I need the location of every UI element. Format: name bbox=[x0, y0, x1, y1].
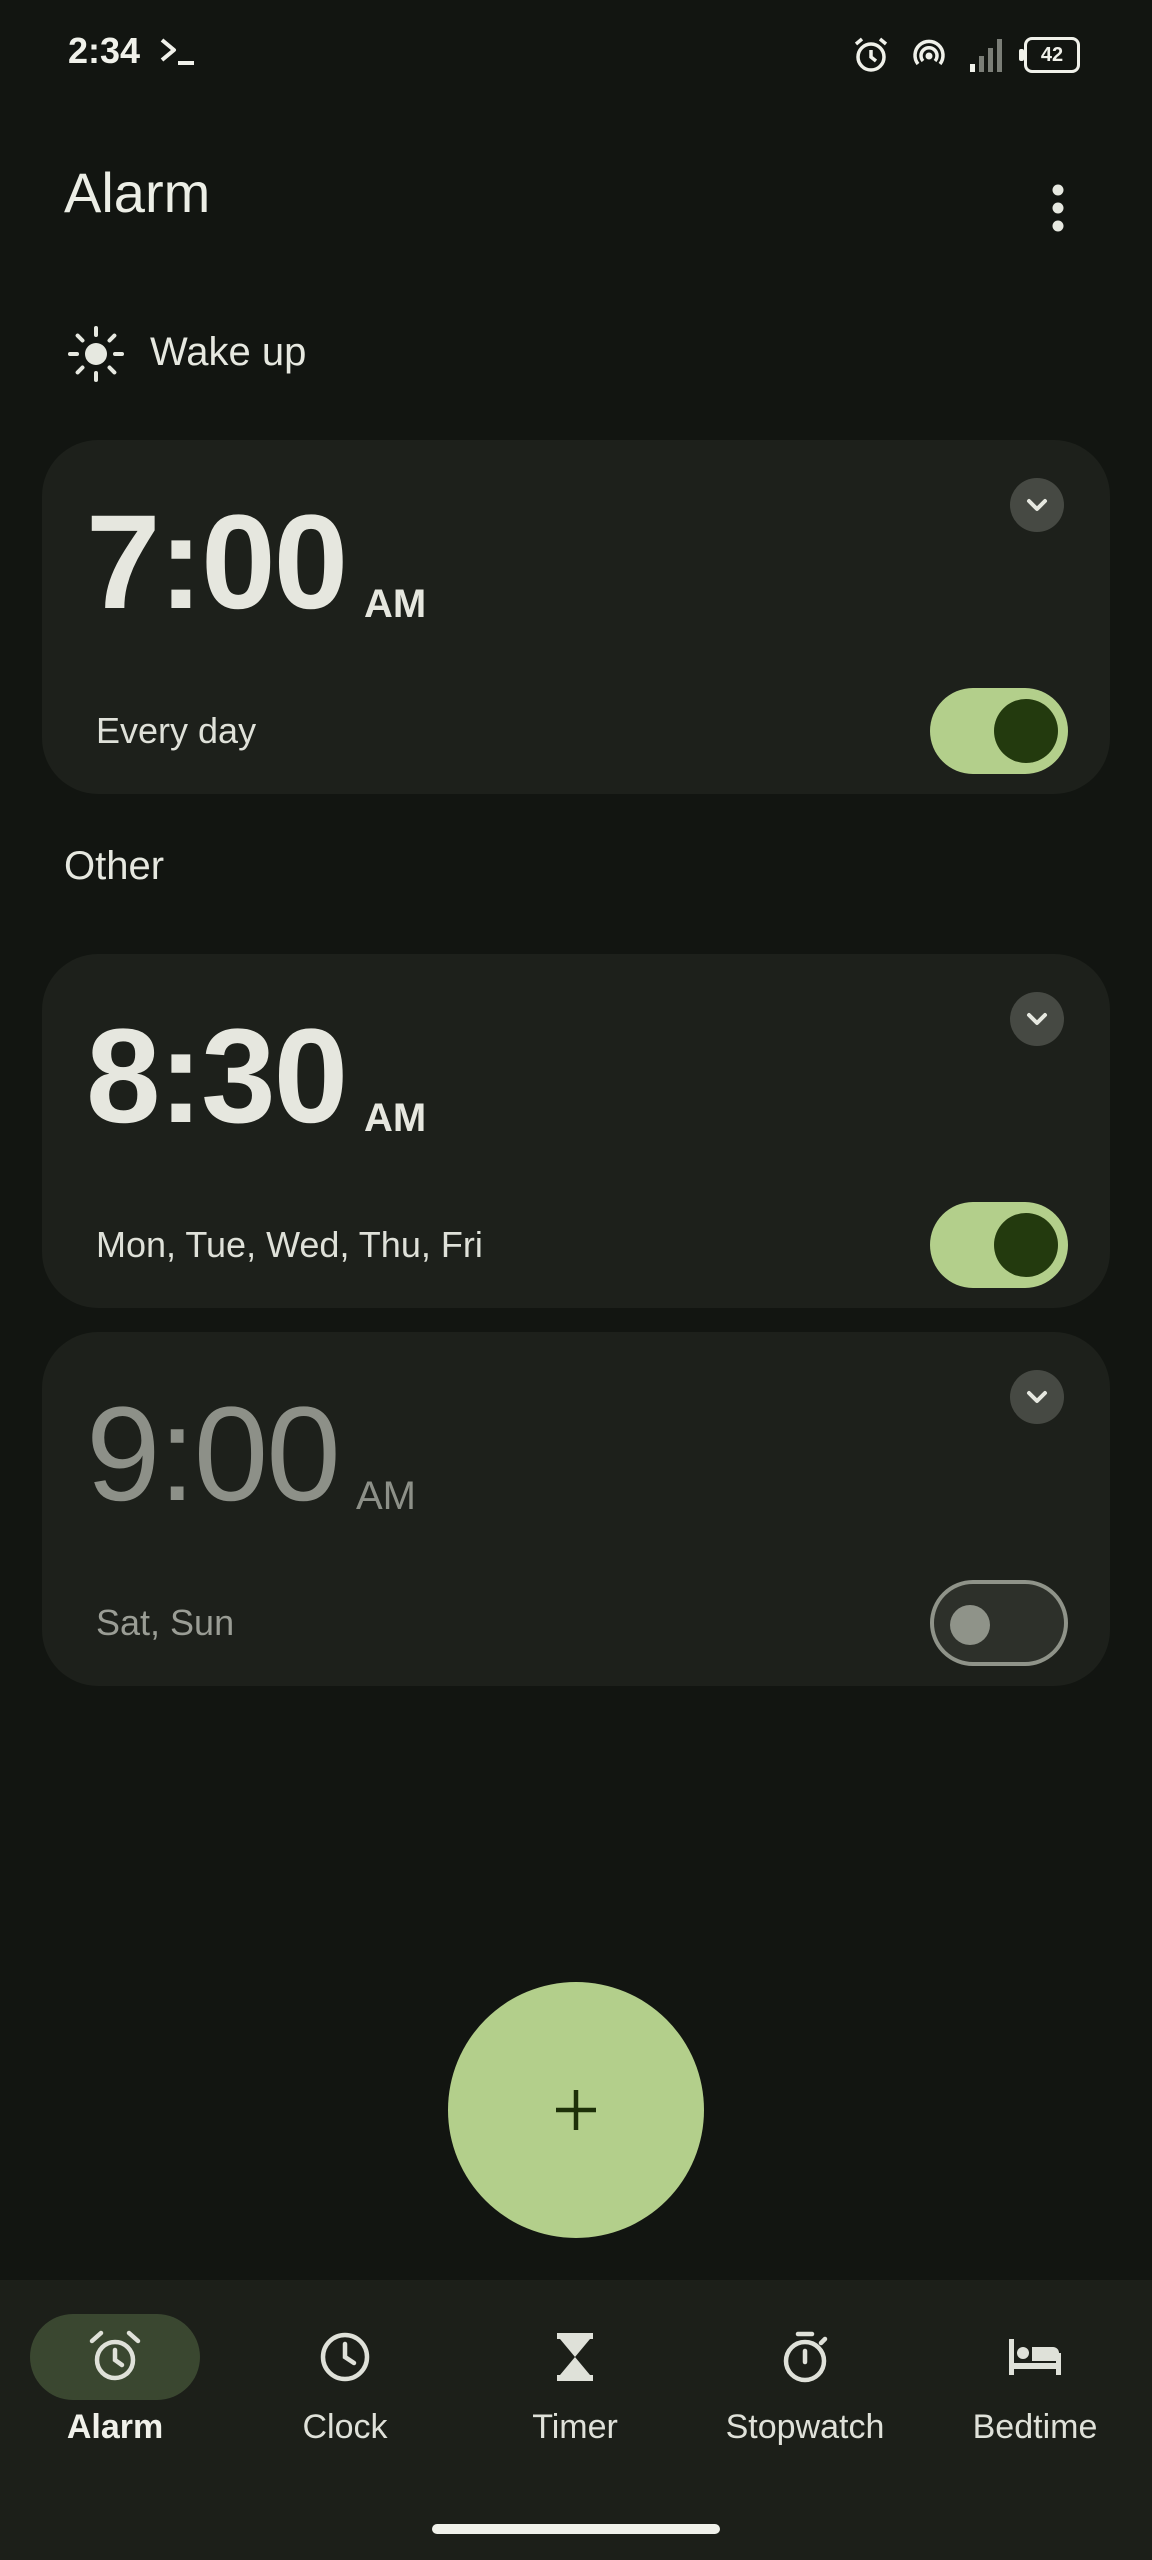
alarm-days: Every day bbox=[96, 710, 257, 751]
terminal-icon bbox=[160, 38, 194, 65]
nav-stopwatch[interactable]: Stopwatch bbox=[690, 2280, 920, 2480]
expand-button[interactable] bbox=[1010, 478, 1064, 532]
expand-button[interactable] bbox=[1010, 1370, 1064, 1424]
nav-clock-indicator bbox=[260, 2314, 430, 2400]
stopwatch-icon bbox=[783, 2331, 828, 2383]
chevron-down-icon bbox=[1027, 1013, 1047, 1025]
alarm-days: Mon, Tue, Wed, Thu, Fri bbox=[96, 1224, 483, 1265]
section-other: Other bbox=[64, 844, 165, 888]
alarm-days: Sat, Sun bbox=[96, 1602, 235, 1643]
alarm-toggle[interactable] bbox=[930, 688, 1068, 774]
signal-icon bbox=[970, 39, 1002, 72]
clock-icon bbox=[320, 2332, 370, 2382]
status-bar: 2:34 42 bbox=[0, 0, 1152, 110]
nav-alarm[interactable]: Alarm bbox=[0, 2280, 230, 2480]
app-bar: Alarm bbox=[0, 140, 1152, 250]
alarm-ampm: AM bbox=[356, 1474, 416, 1518]
nav-stopwatch-label: Stopwatch bbox=[725, 2408, 885, 2446]
bed-icon bbox=[1009, 2339, 1061, 2375]
toggle-knob bbox=[994, 699, 1058, 763]
status-time: 2:34 bbox=[68, 30, 141, 71]
hotspot-icon bbox=[913, 39, 945, 66]
nav-timer-indicator bbox=[490, 2314, 660, 2400]
alarm-status-icon bbox=[854, 37, 888, 72]
section-wake-up: Wake up bbox=[150, 330, 307, 374]
alarm-icon bbox=[89, 2330, 141, 2381]
alarm-card[interactable]: 7:00 AM Every day bbox=[42, 440, 1110, 794]
toggle-knob bbox=[950, 1605, 990, 1645]
nav-bedtime[interactable]: Bedtime bbox=[920, 2280, 1150, 2480]
chevron-down-icon bbox=[1027, 499, 1047, 511]
bottom-navigation: Alarm Clock Timer Stopwatch Bedtime bbox=[0, 2280, 1152, 2560]
alarm-time[interactable]: 7:00 bbox=[86, 496, 348, 630]
add-alarm-button[interactable] bbox=[448, 1982, 704, 2238]
battery-level: 42 bbox=[1040, 43, 1064, 66]
page-title: Alarm bbox=[64, 161, 211, 224]
nav-stopwatch-indicator bbox=[720, 2314, 890, 2400]
expand-button[interactable] bbox=[1010, 992, 1064, 1046]
plus-icon bbox=[556, 2090, 596, 2130]
alarm-card[interactable]: 8:30 AM Mon, Tue, Wed, Thu, Fri bbox=[42, 954, 1110, 1308]
more-vert-icon bbox=[1052, 184, 1064, 232]
alarm-card[interactable]: 9:00 AM Sat, Sun bbox=[42, 1332, 1110, 1686]
alarm-toggle[interactable] bbox=[930, 1202, 1068, 1288]
battery-icon: 42 bbox=[1019, 37, 1080, 73]
alarm-toggle[interactable] bbox=[930, 1580, 1068, 1666]
more-options-button[interactable] bbox=[1008, 158, 1108, 258]
alarm-ampm: AM bbox=[364, 582, 427, 626]
nav-alarm-indicator bbox=[30, 2314, 200, 2400]
sun-icon bbox=[68, 326, 124, 382]
nav-bedtime-label: Bedtime bbox=[972, 2408, 1098, 2446]
nav-clock-label: Clock bbox=[302, 2408, 388, 2446]
chevron-down-icon bbox=[1027, 1391, 1047, 1403]
toggle-knob bbox=[994, 1213, 1058, 1277]
nav-timer[interactable]: Timer bbox=[460, 2280, 690, 2480]
alarm-time[interactable]: 9:00 bbox=[86, 1388, 341, 1522]
hourglass-icon bbox=[557, 2333, 593, 2381]
nav-bedtime-indicator bbox=[950, 2314, 1120, 2400]
nav-timer-label: Timer bbox=[532, 2408, 618, 2446]
nav-alarm-label: Alarm bbox=[66, 2408, 164, 2446]
alarm-time[interactable]: 8:30 bbox=[86, 1010, 348, 1144]
status-icons: 42 bbox=[852, 32, 1080, 78]
home-gesture-bar[interactable] bbox=[432, 2524, 720, 2534]
nav-clock[interactable]: Clock bbox=[230, 2280, 460, 2480]
alarm-ampm: AM bbox=[364, 1096, 427, 1140]
